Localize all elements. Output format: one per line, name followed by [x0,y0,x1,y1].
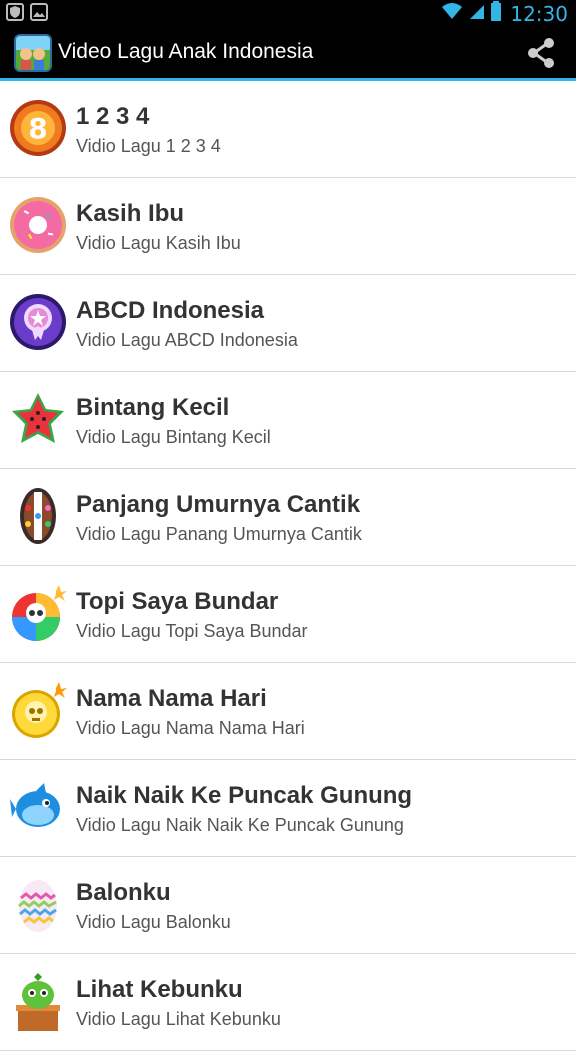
shield-icon [6,3,24,21]
list-item-subtitle: Vidio Lagu Bintang Kecil [76,427,271,447]
list-item-title: Panjang Umurnya Cantik [76,491,361,518]
app-icon[interactable] [14,34,52,72]
list-item-subtitle: Vidio Lagu Balonku [76,912,231,932]
list-item-title: Balonku [76,879,171,906]
list-item-subtitle: Vidio Lagu Panang Umurnya Cantik [76,524,362,544]
list-item[interactable]: Topi Saya Bundar Vidio Lagu Topi Saya Bu… [0,566,576,663]
svg-text:8: 8 [28,112,47,145]
share-button[interactable] [522,34,560,72]
list-item[interactable]: Lihat Kebunku Vidio Lagu Lihat Kebunku [0,954,576,1051]
red-star-candy-icon [8,389,68,449]
list-item[interactable]: ABCD Indonesia Vidio Lagu ABCD Indonesia [0,275,576,372]
list-item-title: Bintang Kecil [76,394,230,421]
striped-egg-icon [8,874,68,934]
list-item-title: Nama Nama Hari [76,685,267,712]
list-item-subtitle: Vidio Lagu Naik Naik Ke Puncak Gunung [76,815,404,835]
list-item-subtitle: Vidio Lagu ABCD Indonesia [76,330,298,350]
list-item-title: 1 2 3 4 [76,103,150,130]
list-item[interactable]: Nama Nama Hari Vidio Lagu Nama Nama Hari [0,663,576,760]
app-title: Video Lagu Anak Indonesia [58,40,314,63]
striped-candy-icon [8,486,68,546]
list-item[interactable]: Naik Naik Ke Puncak Gunung Vidio Lagu Na… [0,760,576,857]
list-item[interactable]: Kasih Ibu Vidio Lagu Kasih Ibu [0,178,576,275]
purple-star-badge-icon [8,292,68,352]
list-item-subtitle: Vidio Lagu Nama Nama Hari [76,718,305,738]
list-item-subtitle: Vidio Lagu Topi Saya Bundar [76,621,308,641]
list-item-subtitle: Vidio Lagu Lihat Kebunku [76,1009,281,1029]
pink-donut-icon [8,195,68,255]
list-item[interactable]: Balonku Vidio Lagu Balonku [0,857,576,954]
list-item[interactable]: Panjang Umurnya Cantik Vidio Lagu Panang… [0,469,576,566]
blue-fish-icon [8,777,68,837]
rainbow-skull-bomb-icon [8,583,68,643]
image-icon [30,3,48,21]
list-item-title: Topi Saya Bundar [76,588,279,615]
status-bar: 12:30 [0,0,576,26]
list-item[interactable]: Bintang Kecil Vidio Lagu Bintang Kecil [0,372,576,469]
list-item-title: ABCD Indonesia [76,297,265,324]
list-item[interactable]: 8 1 2 3 4 Vidio Lagu 1 2 3 4 [0,81,576,178]
yellow-skull-bomb-icon [8,680,68,740]
list-item-subtitle: Vidio Lagu Kasih Ibu [76,233,241,253]
green-plant-pot-icon [8,971,68,1031]
list-item-title: Lihat Kebunku [76,976,243,1003]
list-item-title: Naik Naik Ke Puncak Gunung [76,782,413,809]
wifi-icon [440,1,464,26]
status-time: 12:30 [510,1,568,26]
share-icon [528,38,554,68]
battery-icon [490,1,502,26]
signal-icon [468,1,486,26]
orange-number-8-icon: 8 [8,98,68,158]
list-item-subtitle: Vidio Lagu 1 2 3 4 [76,136,221,156]
list-item-title: Kasih Ibu [76,200,185,227]
